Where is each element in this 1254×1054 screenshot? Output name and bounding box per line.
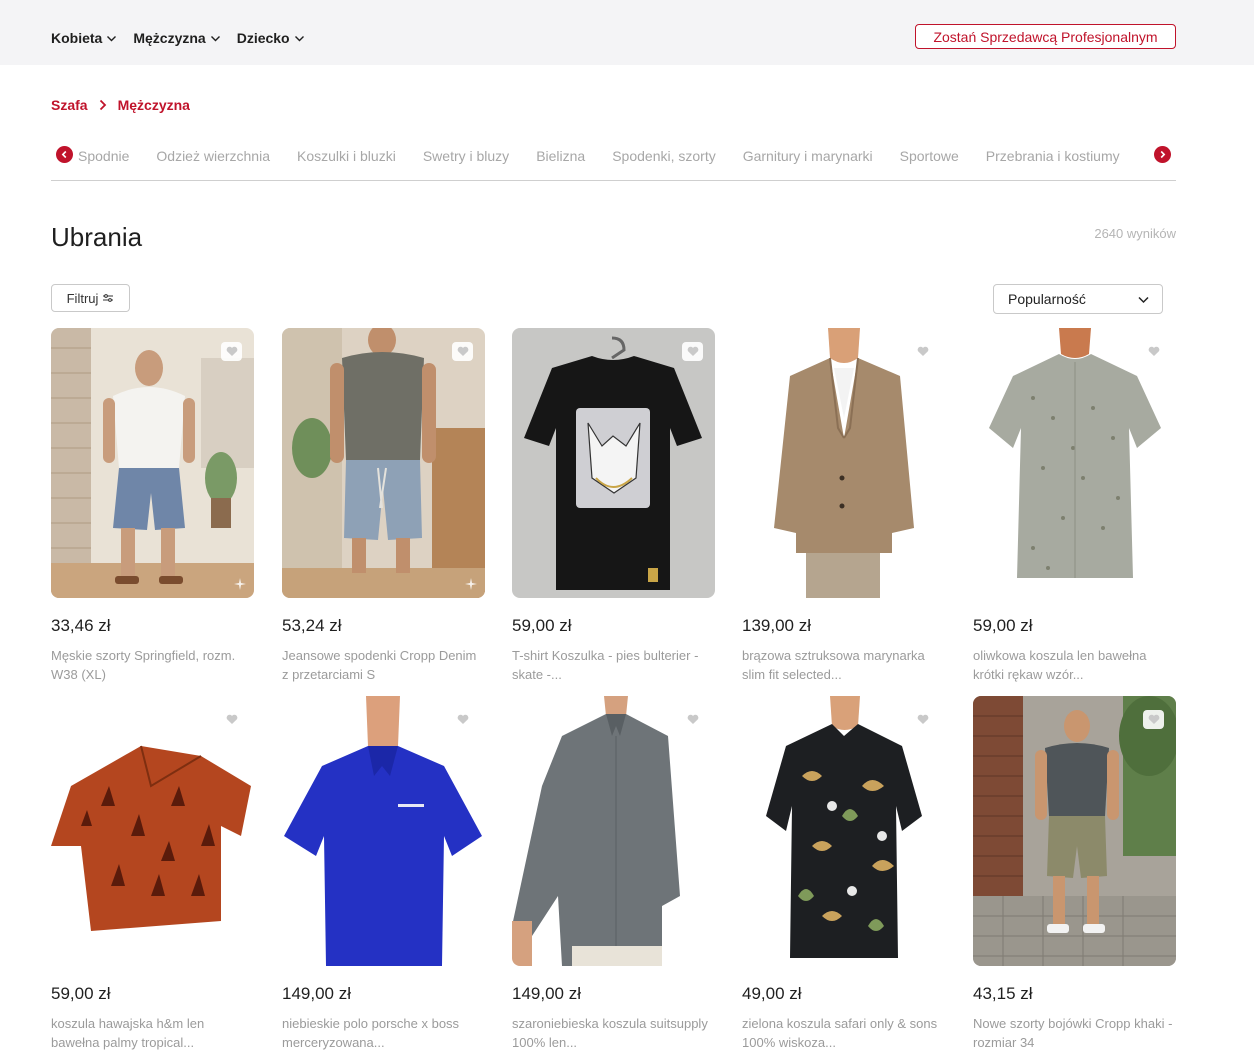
- filter-sliders-icon: [102, 293, 114, 303]
- product-price: 59,00 zł: [512, 616, 572, 635]
- sort-value: Popularność: [1008, 291, 1086, 307]
- heart-icon[interactable]: [452, 710, 473, 729]
- category-odziez-wierzchnia[interactable]: Odzież wierzchnia: [156, 148, 270, 164]
- product-title[interactable]: Nowe szorty bojówki Cropp khaki - rozmia…: [973, 1014, 1176, 1052]
- page-title: Ubrania: [51, 222, 143, 252]
- category-bielizna[interactable]: Bielizna: [536, 148, 585, 164]
- product-card[interactable]: 59,00 zł oliwkowa koszula len bawełna kr…: [973, 328, 1176, 684]
- product-card[interactable]: 59,00 zł T-shirt Koszulka - pies bulteri…: [512, 328, 715, 684]
- product-price: 33,46 zł: [51, 616, 111, 635]
- heart-icon[interactable]: [452, 342, 473, 361]
- product-price: 59,00 zł: [973, 616, 1033, 635]
- results-count: 2640 wyników: [1094, 226, 1176, 241]
- become-pro-seller-button[interactable]: Zostań Sprzedawcą Profesjonalnym: [915, 24, 1176, 49]
- product-image[interactable]: [742, 696, 945, 966]
- nav-item-label: Mężczyzna: [133, 30, 206, 46]
- product-image[interactable]: [51, 696, 254, 966]
- product-image[interactable]: [51, 328, 254, 598]
- product-title[interactable]: T-shirt Koszulka - pies bulterier - skat…: [512, 646, 715, 684]
- chevron-down-icon: [294, 33, 305, 44]
- heart-icon[interactable]: [912, 710, 933, 729]
- product-title[interactable]: niebieskie polo porsche x boss merceryzo…: [282, 1014, 485, 1052]
- product-card[interactable]: 33,46 zł Męskie szorty Springfield, rozm…: [51, 328, 254, 684]
- main-nav: Kobieta Mężczyzna Dziecko: [51, 30, 305, 46]
- product-card[interactable]: 43,15 zł Nowe szorty bojówki Cropp khaki…: [973, 696, 1176, 1052]
- product-image[interactable]: [512, 696, 715, 966]
- product-image[interactable]: [512, 328, 715, 598]
- category-koszulki-i-bluzki[interactable]: Koszulki i bluzki: [297, 148, 396, 164]
- category-sportowe[interactable]: Sportowe: [900, 148, 959, 164]
- chevron-down-icon: [1137, 293, 1150, 306]
- product-price: 149,00 zł: [512, 984, 581, 1003]
- category-swetry-i-bluzy[interactable]: Swetry i bluzy: [423, 148, 509, 164]
- product-card[interactable]: 149,00 zł szaroniebieska koszula suitsup…: [512, 696, 715, 1052]
- product-image[interactable]: [282, 328, 485, 598]
- product-card[interactable]: 59,00 zł koszula hawajska h&m len bawełn…: [51, 696, 254, 1052]
- product-title[interactable]: zielona koszula safari only & sons 100% …: [742, 1014, 945, 1052]
- heart-icon[interactable]: [1143, 710, 1164, 729]
- product-card[interactable]: 139,00 zł brązowa sztruksowa marynarka s…: [742, 328, 945, 684]
- category-spodnie[interactable]: Spodnie: [78, 148, 129, 164]
- chevron-right-icon: [98, 99, 108, 111]
- breadcrumb-current[interactable]: Mężczyzna: [118, 97, 190, 113]
- nav-item-kobieta[interactable]: Kobieta: [51, 30, 117, 46]
- product-title[interactable]: koszula hawajska h&m len bawełna palmy t…: [51, 1014, 254, 1052]
- heart-icon[interactable]: [682, 710, 703, 729]
- category-przebrania-i-kostiumy[interactable]: Przebrania i kostiumy: [986, 148, 1120, 164]
- product-title[interactable]: brązowa sztruksowa marynarka slim fit se…: [742, 646, 945, 684]
- product-title[interactable]: oliwkowa koszula len bawełna krótki ręka…: [973, 646, 1176, 684]
- product-image[interactable]: [973, 696, 1176, 966]
- category-scroll-left-button[interactable]: [56, 146, 73, 163]
- breadcrumb: Szafa Mężczyzna: [51, 97, 190, 113]
- product-price: 53,24 zł: [282, 616, 342, 635]
- chevron-right-icon: [1160, 150, 1166, 159]
- product-price: 59,00 zł: [51, 984, 111, 1003]
- filter-label: Filtruj: [66, 290, 99, 306]
- product-title[interactable]: Męskie szorty Springfield, rozm. W38 (XL…: [51, 646, 254, 684]
- category-list: Spodnie Odzież wierzchnia Koszulki i blu…: [78, 148, 1120, 164]
- product-card[interactable]: 149,00 zł niebieskie polo porsche x boss…: [282, 696, 485, 1052]
- category-scroll-right-button[interactable]: [1154, 146, 1171, 163]
- product-price: 49,00 zł: [742, 984, 802, 1003]
- top-bar: Kobieta Mężczyzna Dziecko Zostań Sprzeda…: [0, 0, 1254, 65]
- product-price: 139,00 zł: [742, 616, 811, 635]
- product-card[interactable]: 49,00 zł zielona koszula safari only & s…: [742, 696, 945, 1052]
- sparkle-icon: [465, 578, 477, 590]
- heart-icon[interactable]: [221, 710, 242, 729]
- sparkle-icon: [234, 578, 246, 590]
- breadcrumb-link-szafa[interactable]: Szafa: [51, 97, 88, 113]
- nav-item-label: Kobieta: [51, 30, 103, 46]
- category-strip: Spodnie Odzież wierzchnia Koszulki i blu…: [51, 140, 1176, 181]
- heart-icon[interactable]: [912, 342, 933, 361]
- product-card[interactable]: 53,24 zł Jeansowe spodenki Cropp Denim z…: [282, 328, 485, 684]
- filter-button[interactable]: Filtruj: [51, 284, 130, 312]
- product-title[interactable]: szaroniebieska koszula suitsupply 100% l…: [512, 1014, 715, 1052]
- category-spodenki-szorty[interactable]: Spodenki, szorty: [612, 148, 716, 164]
- product-price: 149,00 zł: [282, 984, 351, 1003]
- chevron-down-icon: [210, 33, 221, 44]
- heart-icon[interactable]: [1143, 342, 1164, 361]
- nav-item-label: Dziecko: [236, 30, 290, 46]
- product-image[interactable]: [742, 328, 945, 598]
- product-price: 43,15 zł: [973, 984, 1033, 1003]
- nav-item-mezczyzna[interactable]: Mężczyzna: [133, 30, 220, 46]
- product-title[interactable]: Jeansowe spodenki Cropp Denim z przetarc…: [282, 646, 485, 684]
- chevron-down-icon: [106, 33, 117, 44]
- chevron-left-icon: [61, 150, 67, 159]
- product-image[interactable]: [282, 696, 485, 966]
- product-image[interactable]: [973, 328, 1176, 598]
- sort-select[interactable]: Popularność: [993, 284, 1163, 314]
- nav-item-dziecko[interactable]: Dziecko: [237, 30, 305, 46]
- category-garnitury-i-marynarki[interactable]: Garnitury i marynarki: [743, 148, 873, 164]
- heart-icon[interactable]: [221, 342, 242, 361]
- heart-icon[interactable]: [682, 342, 703, 361]
